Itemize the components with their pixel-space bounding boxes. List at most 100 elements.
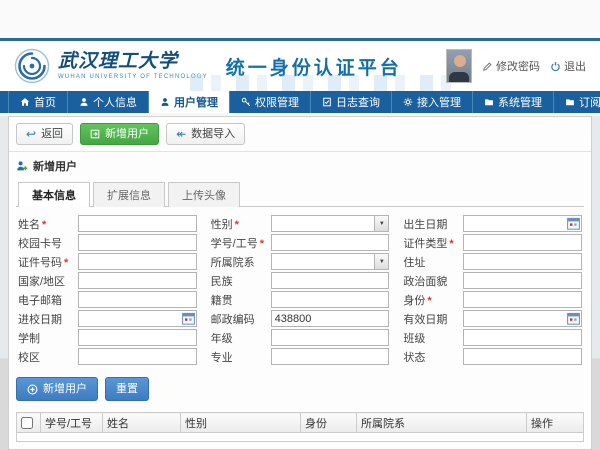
valid-date-input[interactable]	[463, 310, 582, 327]
required-marker: *	[449, 238, 453, 250]
entry-date-calendar-button[interactable]	[182, 312, 195, 325]
email-control	[78, 291, 197, 308]
dropdown-arrow-icon[interactable]: ▼	[374, 254, 388, 269]
power-icon	[550, 61, 561, 72]
field-name: 姓名*	[18, 215, 197, 232]
field-major: 专业	[211, 348, 390, 365]
campus-label: 校区	[18, 349, 78, 365]
form-tabs: 基本信息扩展信息上传头像	[16, 181, 584, 207]
address-input[interactable]	[463, 253, 582, 270]
field-postal-code: 邮政编码	[211, 310, 390, 327]
column-header-1: 姓名	[103, 413, 181, 433]
postal-code-input[interactable]	[271, 310, 390, 327]
nav-item-label: 首页	[34, 94, 56, 110]
university-name: 武汉理工大学	[58, 52, 208, 71]
ethnicity-label: 民族	[211, 273, 271, 289]
nav-item-user-management[interactable]: 用户管理	[149, 91, 230, 113]
name-input[interactable]	[78, 215, 197, 232]
identity-input[interactable]	[463, 291, 582, 308]
nav-item-label: 权限管理	[255, 94, 299, 110]
gender-label: 性别*	[211, 216, 271, 232]
name-control	[78, 215, 197, 232]
student-no-input[interactable]	[271, 234, 390, 251]
field-native-place: 籍贯	[211, 291, 390, 308]
required-marker: *	[42, 219, 46, 231]
tab-extended-info[interactable]: 扩展信息	[93, 182, 165, 207]
university-name-en: WUHAN UNIVERSITY OF TECHNOLOGY	[58, 74, 208, 80]
major-control	[271, 348, 390, 365]
id-type-input[interactable]	[463, 234, 582, 251]
grade-input[interactable]	[271, 329, 390, 346]
valid-date-calendar-button[interactable]	[567, 312, 580, 325]
required-marker: *	[427, 295, 431, 307]
logout-label: 退出	[564, 58, 586, 74]
class-input[interactable]	[463, 329, 582, 346]
field-ethnicity: 民族	[211, 272, 390, 289]
campus-card-no-control	[78, 234, 197, 251]
platform-title: 统一身份认证平台	[226, 53, 402, 80]
class-control	[463, 329, 582, 346]
entry-date-input[interactable]	[78, 310, 197, 327]
nav-item-label: 用户管理	[174, 94, 218, 110]
ethnicity-input[interactable]	[271, 272, 390, 289]
name-label: 姓名*	[18, 216, 78, 232]
nav-item-permission-management[interactable]: 权限管理	[230, 91, 311, 113]
nav-item-home[interactable]: 首页	[8, 91, 68, 113]
nav-item-log-query[interactable]: 日志查询	[311, 91, 392, 113]
select-all-cell	[17, 413, 41, 433]
change-password-label: 修改密码	[496, 58, 540, 74]
back-button[interactable]: ↩ 返回	[16, 123, 73, 145]
tab-upload-avatar[interactable]: 上传头像	[168, 182, 240, 207]
campus-input[interactable]	[78, 348, 197, 365]
native-place-label: 籍贯	[211, 292, 271, 308]
column-header-3: 身份	[301, 413, 357, 433]
log-icon	[322, 97, 332, 107]
gear-icon	[403, 97, 413, 107]
id-number-input[interactable]	[78, 253, 197, 270]
folder-icon	[484, 97, 494, 107]
tab-basic-info[interactable]: 基本信息	[18, 182, 90, 207]
status-input[interactable]	[463, 348, 582, 365]
field-entry-date: 进校日期	[18, 310, 197, 327]
country-region-control	[78, 272, 197, 289]
address-control	[463, 253, 582, 270]
major-input[interactable]	[271, 348, 390, 365]
content-area: ↩ 返回 新增用户 ↞ 数据导入	[0, 116, 600, 450]
email-input[interactable]	[78, 291, 197, 308]
back-button-label: 返回	[41, 127, 63, 141]
birth-date-input[interactable]	[463, 215, 582, 232]
nav-item-subscription-management[interactable]: 订阅管理	[554, 91, 600, 113]
gender-select[interactable]: ▼	[271, 215, 390, 232]
student-no-control	[271, 234, 390, 251]
department-select[interactable]: ▼	[271, 253, 390, 270]
birth-date-calendar-button[interactable]	[567, 217, 580, 230]
user-avatar[interactable]	[446, 49, 472, 83]
identity-label: 身份*	[403, 292, 463, 308]
native-place-input[interactable]	[271, 291, 390, 308]
education-length-label: 学制	[18, 330, 78, 346]
dropdown-arrow-icon[interactable]: ▼	[374, 216, 388, 231]
home-icon	[20, 97, 30, 107]
main-nav: 首页个人信息 用户管理 权限管理日志查询接入管理系统管理订阅管理	[0, 91, 600, 113]
field-country-region: 国家/地区	[18, 272, 197, 289]
person-icon	[79, 97, 89, 107]
nav-item-access-management[interactable]: 接入管理	[392, 91, 473, 113]
user-table-wrap: 学号/工号姓名性别身份所属院系操作	[9, 412, 591, 449]
campus-card-no-input[interactable]	[78, 234, 197, 251]
submit-add-user-button[interactable]: 新增用户	[16, 377, 98, 401]
nav-item-profile[interactable]: 个人信息	[68, 91, 149, 113]
nav-item-system-management[interactable]: 系统管理	[473, 91, 554, 113]
country-region-input[interactable]	[78, 272, 197, 289]
field-department: 所属院系▼	[211, 253, 390, 270]
education-length-input[interactable]	[78, 329, 197, 346]
field-class: 班级	[403, 329, 582, 346]
select-all-checkbox[interactable]	[21, 417, 33, 429]
change-password-button[interactable]: 修改密码	[482, 58, 540, 74]
political-status-input[interactable]	[463, 272, 582, 289]
field-email: 电子邮箱	[18, 291, 197, 308]
reset-button[interactable]: 重置	[105, 377, 149, 401]
data-import-button[interactable]: ↞ 数据导入	[166, 123, 245, 145]
education-length-control	[78, 329, 197, 346]
logout-button[interactable]: 退出	[550, 58, 586, 74]
add-user-toolbar-button[interactable]: 新增用户	[80, 123, 159, 145]
